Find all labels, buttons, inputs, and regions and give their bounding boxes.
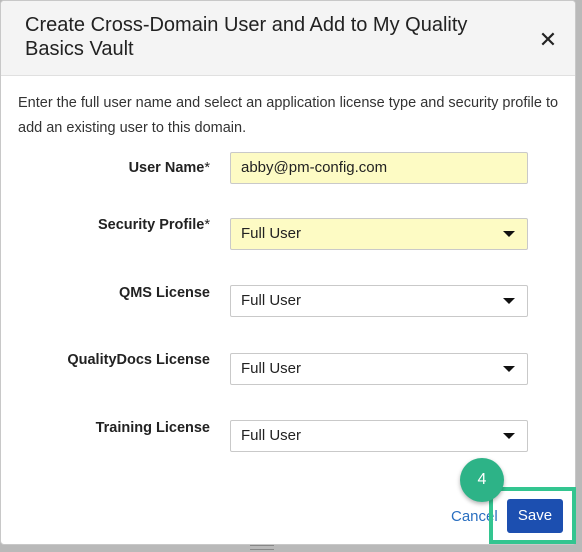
user-name-value: abby@pm-config.com	[241, 159, 388, 176]
qms-license-value: Full User	[241, 292, 302, 309]
dialog-header: Create Cross-Domain User and Add to My Q…	[1, 1, 575, 76]
step-number-badge: 4	[460, 458, 504, 502]
required-mark: *	[204, 160, 210, 176]
security-profile-label-text: Security Profile	[97, 217, 205, 233]
qualitydocs-license-value: Full User	[241, 360, 302, 377]
user-name-label: User Name*	[129, 160, 210, 176]
dialog-title: Create Cross-Domain User and Add to My Q…	[25, 14, 468, 60]
user-name-input[interactable]: abby@pm-config.com	[230, 152, 528, 184]
training-license-value: Full User	[241, 427, 302, 444]
caret-down-icon	[503, 298, 515, 304]
training-license-label: Training License	[95, 420, 210, 436]
qualitydocs-license-select[interactable]: Full User	[230, 353, 528, 385]
required-mark: *	[204, 217, 210, 233]
caret-down-icon	[503, 366, 515, 372]
save-highlight-box	[489, 487, 576, 544]
user-name-label-text: User Name	[128, 160, 205, 176]
security-profile-select[interactable]: Full User	[230, 218, 528, 250]
dialog-instructions: Enter the full user name and select an a…	[18, 95, 559, 136]
qms-license-label: QMS License	[118, 285, 210, 301]
caret-down-icon	[503, 433, 515, 439]
qms-license-select[interactable]: Full User	[230, 285, 528, 317]
caret-down-icon	[503, 231, 515, 237]
close-icon[interactable]: ✕	[537, 29, 559, 51]
background-page-hint	[250, 545, 274, 550]
training-license-select[interactable]: Full User	[230, 420, 528, 452]
security-profile-value: Full User	[241, 225, 302, 242]
security-profile-label: Security Profile*	[98, 217, 210, 233]
qualitydocs-license-label: QualityDocs License	[67, 352, 210, 368]
